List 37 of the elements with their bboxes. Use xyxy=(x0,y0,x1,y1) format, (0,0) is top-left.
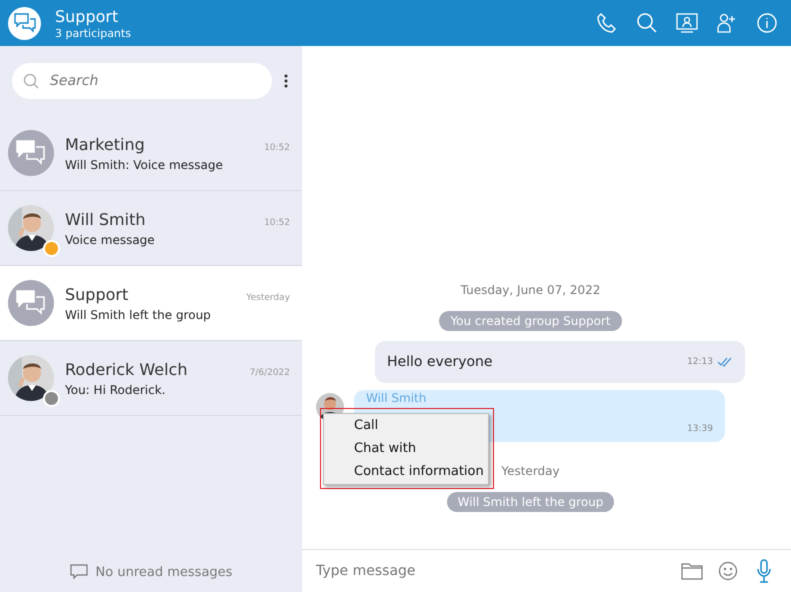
date-separator: Yesterday xyxy=(501,464,560,478)
participant-count: 3 participants xyxy=(55,26,131,40)
chat-name: Support xyxy=(65,284,128,304)
chat-bubbles-icon xyxy=(8,6,41,40)
chat-time: Yesterday xyxy=(246,292,290,302)
chat-title: Support xyxy=(55,6,120,26)
chat-time: 10:52 xyxy=(264,218,290,228)
date-separator: Tuesday, June 07, 2022 xyxy=(460,283,600,297)
chat-time: 7/6/2022 xyxy=(250,368,290,378)
chat-preview: Will Smith left the group xyxy=(65,308,212,322)
search-icon xyxy=(23,73,39,89)
search-field[interactable]: Search xyxy=(12,63,272,99)
chat-name: Will Smith xyxy=(65,210,146,228)
sender-name: Will Smith xyxy=(366,391,428,405)
group-chat-icon xyxy=(8,130,54,176)
chat-name: Marketing xyxy=(65,134,145,154)
more-options-icon xyxy=(284,74,288,88)
menu-item[interactable]: Call xyxy=(354,416,488,435)
unread-status: No unread messages xyxy=(96,564,232,580)
chat-preview: Voice message xyxy=(65,232,156,246)
chat-time: 10:52 xyxy=(264,142,290,152)
chat-name: Roderick Welch xyxy=(65,360,188,378)
chat-list-item[interactable]: Roderick Welch 7/6/2022 You: Hi Roderick. xyxy=(0,341,302,416)
group-chat-icon xyxy=(8,280,54,326)
system-message: You created group Support xyxy=(439,311,622,331)
menu-item[interactable]: Contact information xyxy=(354,462,488,481)
menu-item[interactable]: Chat with xyxy=(354,439,488,458)
chat-preview: Will Smith: Voice message xyxy=(65,158,224,172)
chat-list-item[interactable]: Marketing 10:52 Will Smith: Voice message xyxy=(0,116,302,191)
message-input[interactable]: Type message xyxy=(314,562,669,580)
message-text: Hello everyone xyxy=(387,354,493,370)
system-message: Will Smith left the group xyxy=(446,492,614,512)
chat-preview: You: Hi Roderick. xyxy=(65,382,166,396)
speech-bubble-icon xyxy=(70,564,88,580)
message-time: 12:13 xyxy=(687,357,713,367)
chat-list-item[interactable]: Support Yesterday Will Smith left the group xyxy=(0,266,302,341)
message-time: 13:39 xyxy=(687,424,713,434)
